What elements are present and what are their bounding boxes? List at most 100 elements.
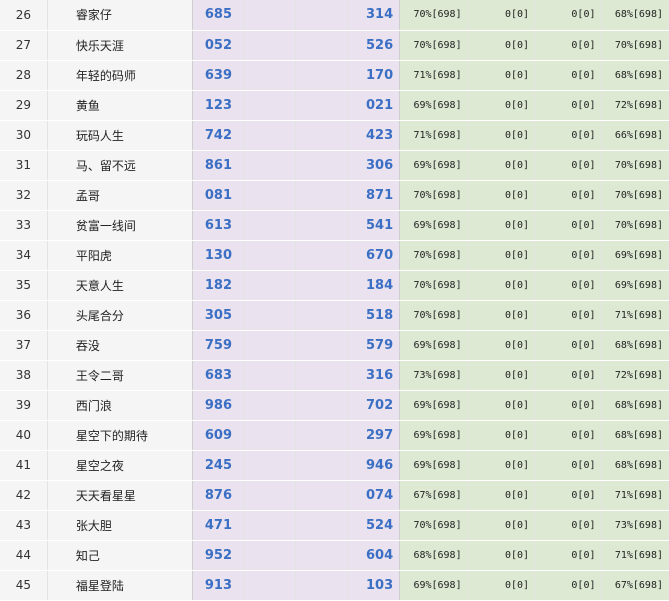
rank-cell: 44: [0, 540, 48, 571]
empty-cell: [244, 480, 297, 511]
zero-b-cell: 0[0]: [534, 270, 602, 301]
table-row: 33 贫富一线间 613 541 69%[698] 0[0] 0[0] 70%[698]: [0, 210, 669, 241]
user-name-link[interactable]: 贫富一线间: [47, 210, 193, 241]
rate-b-cell: 67%[698]: [601, 570, 669, 601]
empty-cell: [244, 120, 297, 151]
rank-cell: 26: [0, 0, 48, 31]
zero-a-cell: 0[0]: [467, 510, 536, 541]
number-a-cell: 683: [192, 360, 246, 391]
number-a-cell: 913: [192, 570, 246, 601]
zero-a-cell: 0[0]: [467, 390, 536, 421]
zero-a-cell: 0[0]: [467, 120, 536, 151]
zero-b-cell: 0[0]: [534, 330, 602, 361]
empty-cell: [295, 90, 348, 121]
table-row: 43 张大胆 471 524 70%[698] 0[0] 0[0] 73%[698]: [0, 510, 669, 541]
user-name-link[interactable]: 头尾合分: [47, 300, 193, 331]
user-name-link[interactable]: 快乐天涯: [47, 30, 193, 61]
number-b-cell: 314: [347, 0, 401, 31]
empty-cell: [244, 450, 297, 481]
user-name-link[interactable]: 天意人生: [47, 270, 193, 301]
user-name-link[interactable]: 孟哥: [47, 180, 193, 211]
rate-a-cell: 70%[698]: [399, 510, 468, 541]
rate-b-cell: 66%[698]: [601, 120, 669, 151]
number-a-cell: 471: [192, 510, 246, 541]
rate-a-cell: 68%[698]: [399, 540, 468, 571]
table-row: 35 天意人生 182 184 70%[698] 0[0] 0[0] 69%[698]: [0, 270, 669, 301]
empty-cell: [295, 150, 348, 181]
number-b-cell: 871: [347, 180, 401, 211]
user-name-link[interactable]: 天天看星星: [47, 480, 193, 511]
zero-b-cell: 0[0]: [534, 390, 602, 421]
zero-a-cell: 0[0]: [467, 270, 536, 301]
rate-a-cell: 73%[698]: [399, 360, 468, 391]
rank-cell: 37: [0, 330, 48, 361]
number-a-cell: 986: [192, 390, 246, 421]
empty-cell: [295, 30, 348, 61]
empty-cell: [295, 330, 348, 361]
rate-b-cell: 68%[698]: [601, 420, 669, 451]
number-a-cell: 052: [192, 30, 246, 61]
zero-a-cell: 0[0]: [467, 360, 536, 391]
zero-a-cell: 0[0]: [467, 570, 536, 601]
empty-cell: [244, 390, 297, 421]
table-row: 42 天天看星星 876 074 67%[698] 0[0] 0[0] 71%[698]: [0, 480, 669, 511]
rate-a-cell: 69%[698]: [399, 390, 468, 421]
user-name-link[interactable]: 王令二哥: [47, 360, 193, 391]
number-b-cell: 316: [347, 360, 401, 391]
number-b-cell: 579: [347, 330, 401, 361]
empty-cell: [244, 540, 297, 571]
user-name-link[interactable]: 黄鱼: [47, 90, 193, 121]
number-b-cell: 702: [347, 390, 401, 421]
user-name-link[interactable]: 西门浪: [47, 390, 193, 421]
rate-a-cell: 69%[698]: [399, 420, 468, 451]
user-name-link[interactable]: 吞没: [47, 330, 193, 361]
rate-a-cell: 67%[698]: [399, 480, 468, 511]
number-b-cell: 524: [347, 510, 401, 541]
ranking-table-body: 26 睿家仔 685 314 70%[698] 0[0] 0[0] 68%[698] 27 快乐天…: [0, 0, 669, 601]
table-row: 36 头尾合分 305 518 70%[698] 0[0] 0[0] 71%[698]: [0, 300, 669, 331]
user-name-link[interactable]: 平阳虎: [47, 240, 193, 271]
zero-b-cell: 0[0]: [534, 150, 602, 181]
user-name-link[interactable]: 张大胆: [47, 510, 193, 541]
number-a-cell: 305: [192, 300, 246, 331]
table-row: 37 吞没 759 579 69%[698] 0[0] 0[0] 68%[698]: [0, 330, 669, 361]
zero-b-cell: 0[0]: [534, 60, 602, 91]
rank-cell: 35: [0, 270, 48, 301]
zero-b-cell: 0[0]: [534, 120, 602, 151]
table-row: 45 福星登陆 913 103 69%[698] 0[0] 0[0] 67%[698]: [0, 570, 669, 601]
number-a-cell: 245: [192, 450, 246, 481]
rate-a-cell: 69%[698]: [399, 450, 468, 481]
rate-a-cell: 70%[698]: [399, 180, 468, 211]
zero-b-cell: 0[0]: [534, 480, 602, 511]
rate-a-cell: 70%[698]: [399, 30, 468, 61]
rank-cell: 34: [0, 240, 48, 271]
rate-a-cell: 71%[698]: [399, 60, 468, 91]
rank-cell: 32: [0, 180, 48, 211]
number-a-cell: 613: [192, 210, 246, 241]
user-name-link[interactable]: 玩码人生: [47, 120, 193, 151]
number-a-cell: 742: [192, 120, 246, 151]
zero-b-cell: 0[0]: [534, 90, 602, 121]
user-name-link[interactable]: 睿家仔: [47, 0, 193, 31]
user-name-link[interactable]: 马、留不远: [47, 150, 193, 181]
rate-b-cell: 70%[698]: [601, 30, 669, 61]
rank-cell: 40: [0, 420, 48, 451]
user-name-link[interactable]: 星空之夜: [47, 450, 193, 481]
user-name-link[interactable]: 星空下的期待: [47, 420, 193, 451]
zero-a-cell: 0[0]: [467, 420, 536, 451]
rate-a-cell: 70%[698]: [399, 240, 468, 271]
empty-cell: [295, 60, 348, 91]
zero-a-cell: 0[0]: [467, 0, 536, 31]
rate-a-cell: 70%[698]: [399, 300, 468, 331]
user-name-link[interactable]: 福星登陆: [47, 570, 193, 601]
rate-a-cell: 69%[698]: [399, 150, 468, 181]
number-a-cell: 609: [192, 420, 246, 451]
empty-cell: [295, 390, 348, 421]
user-name-link[interactable]: 知己: [47, 540, 193, 571]
rate-a-cell: 69%[698]: [399, 210, 468, 241]
user-name-link[interactable]: 年轻的码师: [47, 60, 193, 91]
empty-cell: [244, 510, 297, 541]
number-b-cell: 670: [347, 240, 401, 271]
empty-cell: [244, 150, 297, 181]
empty-cell: [244, 360, 297, 391]
